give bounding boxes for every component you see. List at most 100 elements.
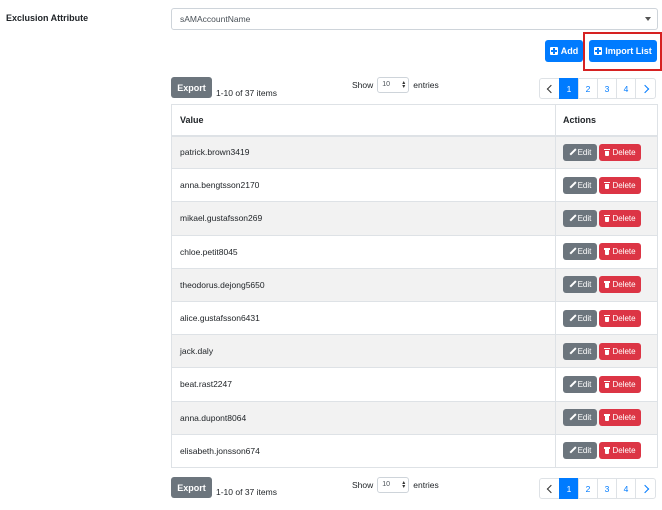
- delete-button-label: Delete: [612, 247, 636, 257]
- trash-icon: [604, 214, 611, 222]
- actions-cell: Edit Delete: [555, 201, 658, 236]
- row-actions: Edit Delete: [563, 176, 657, 194]
- page-button-2[interactable]: 2: [578, 478, 598, 499]
- delete-button[interactable]: Delete: [599, 276, 641, 294]
- export-button-top[interactable]: Export: [171, 77, 212, 98]
- row-actions: Edit Delete: [563, 342, 657, 360]
- page-button-1[interactable]: 1: [559, 478, 579, 499]
- edit-button[interactable]: Edit: [563, 143, 597, 161]
- value-cell: jack.daly: [171, 334, 556, 368]
- page-button-4[interactable]: 4: [616, 78, 636, 99]
- edit-button[interactable]: Edit: [563, 309, 597, 327]
- delete-button[interactable]: Delete: [599, 442, 641, 460]
- delete-button[interactable]: Delete: [599, 409, 641, 427]
- actions-cell: Edit Delete: [555, 433, 658, 468]
- table-row: theodorus.dejong5650 Edit Delete: [171, 267, 658, 302]
- spinner-icon: ▴ ▾: [402, 480, 406, 490]
- edit-button[interactable]: Edit: [563, 409, 597, 427]
- row-actions: Edit Delete: [563, 243, 657, 261]
- actions-cell: Edit Delete: [555, 134, 658, 169]
- delete-button[interactable]: Delete: [599, 143, 641, 161]
- trash-icon: [604, 347, 611, 355]
- edit-button-label: Edit: [577, 180, 592, 190]
- trash-icon: [604, 314, 611, 322]
- pencil-icon: [569, 381, 576, 388]
- actions-column-header: Actions: [555, 104, 658, 137]
- page-button-4[interactable]: 4: [616, 478, 636, 499]
- pagination-top: 1 2 3 4: [539, 78, 656, 99]
- table-row: beat.rast2247 Edit Delete: [171, 367, 658, 401]
- delete-button[interactable]: Delete: [599, 342, 641, 360]
- edit-button[interactable]: Edit: [563, 176, 597, 194]
- pencil-icon: [569, 182, 576, 189]
- value-cell: mikael.gustafsson269: [171, 201, 556, 236]
- page-size-select-bottom[interactable]: 10 ▴ ▾: [377, 477, 410, 493]
- entries-label: entries: [413, 80, 439, 90]
- delete-button[interactable]: Delete: [599, 375, 641, 393]
- plus-square-icon: [594, 47, 603, 55]
- pencil-icon: [569, 248, 576, 255]
- delete-button-label: Delete: [612, 147, 636, 157]
- value-cell: alice.gustafsson6431: [171, 300, 556, 335]
- edit-button[interactable]: Edit: [563, 243, 597, 261]
- show-label: Show: [352, 80, 374, 90]
- next-page-button[interactable]: [635, 78, 656, 99]
- page-size-control-bottom: Show 10 ▴ ▾ entries: [352, 477, 439, 493]
- delete-button-label: Delete: [612, 313, 636, 323]
- exclusion-attribute-select[interactable]: sAMAccountName: [171, 8, 658, 30]
- trash-icon: [604, 248, 611, 256]
- delete-button[interactable]: Delete: [599, 176, 641, 194]
- delete-button-label: Delete: [612, 346, 636, 356]
- next-page-button[interactable]: [635, 478, 656, 499]
- pencil-icon: [569, 447, 576, 454]
- delete-button[interactable]: Delete: [599, 243, 641, 261]
- exclusion-attribute-label: Exclusion Attribute: [6, 13, 89, 23]
- value-cell: anna.bengtsson2170: [171, 168, 556, 202]
- pencil-icon: [569, 215, 576, 222]
- chevron-right-icon: [640, 484, 649, 493]
- add-button[interactable]: Add: [545, 40, 583, 62]
- edit-button[interactable]: Edit: [563, 442, 597, 460]
- pencil-icon: [569, 348, 576, 355]
- page-button-3[interactable]: 3: [597, 478, 617, 499]
- edit-button[interactable]: Edit: [563, 342, 597, 360]
- trash-icon: [604, 148, 611, 156]
- items-count-bottom: 1-10 of 37 items: [216, 487, 277, 497]
- items-count-top: 1-10 of 37 items: [216, 88, 277, 98]
- value-cell: patrick.brown3419: [171, 134, 556, 169]
- page-button-2[interactable]: 2: [578, 78, 598, 99]
- pagination-bottom: 1 2 3 4: [539, 478, 656, 499]
- edit-button[interactable]: Edit: [563, 209, 597, 227]
- value-column-header: Value: [171, 104, 556, 137]
- page-button-1[interactable]: 1: [559, 78, 579, 99]
- edit-button-label: Edit: [577, 446, 592, 456]
- pencil-icon: [569, 149, 576, 156]
- value-cell: elisabeth.jonsson674: [171, 433, 556, 468]
- table-row: jack.daly Edit Delete: [171, 334, 658, 368]
- page-button-3[interactable]: 3: [597, 78, 617, 99]
- show-label: Show: [352, 480, 374, 490]
- page-size-value: 10: [382, 481, 391, 488]
- page-size-select-top[interactable]: 10 ▴ ▾: [377, 77, 410, 93]
- delete-button[interactable]: Delete: [599, 209, 641, 227]
- prev-page-button[interactable]: [539, 78, 560, 99]
- page-size-control-top: Show 10 ▴ ▾ entries: [352, 77, 439, 93]
- edit-button[interactable]: Edit: [563, 375, 597, 393]
- prev-page-button[interactable]: [539, 478, 560, 499]
- actions-cell: Edit Delete: [555, 267, 658, 302]
- chevron-right-icon: [640, 84, 649, 93]
- export-button-bottom[interactable]: Export: [171, 477, 212, 498]
- delete-button-label: Delete: [612, 180, 636, 190]
- delete-button[interactable]: Delete: [599, 309, 641, 327]
- row-actions: Edit Delete: [563, 375, 657, 393]
- spinner-icon: ▴ ▾: [402, 80, 406, 90]
- chevron-left-icon: [546, 84, 555, 93]
- edit-button-label: Edit: [577, 313, 592, 323]
- import-list-button[interactable]: Import List: [589, 40, 657, 62]
- exclusion-attribute-value: sAMAccountName: [180, 14, 251, 24]
- pencil-icon: [569, 281, 576, 288]
- edit-button-label: Edit: [577, 147, 592, 157]
- edit-button[interactable]: Edit: [563, 276, 597, 294]
- entries-label: entries: [413, 480, 439, 490]
- actions-cell: Edit Delete: [555, 334, 658, 368]
